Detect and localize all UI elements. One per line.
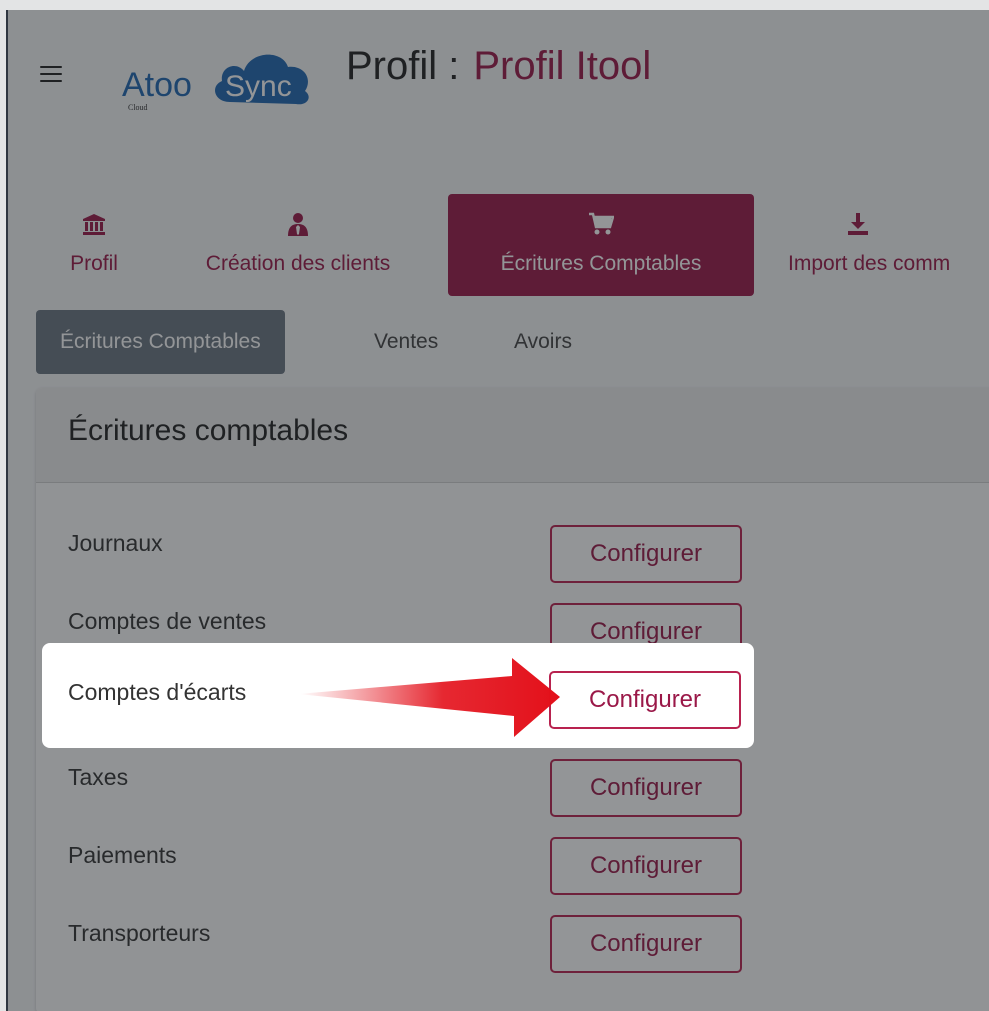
user-tie-icon (168, 212, 428, 238)
svg-text:Cloud: Cloud (128, 103, 148, 112)
download-icon (778, 212, 938, 238)
page-title-prefix: Profil : (346, 44, 460, 88)
row-label-comptes-ventes: Comptes de ventes (68, 608, 267, 634)
row-label-paiements: Paiements (68, 842, 177, 868)
profile-name: Profil Itool (473, 44, 652, 88)
app-window: Atoo Sync Cloud Profil : Profil Itool Pro… (6, 10, 989, 1011)
tab-creation-clients[interactable]: Création des clients (168, 194, 428, 296)
atoosync-logo: Atoo Sync Cloud (118, 34, 324, 114)
tab-label: Écritures Comptables (500, 252, 702, 275)
subtab-ecritures-comptables[interactable]: Écritures Comptables (36, 310, 285, 374)
tab-label: Création des clients (205, 252, 391, 275)
svg-text:Atoo: Atoo (122, 66, 192, 104)
menu-icon[interactable] (40, 66, 62, 82)
row-label-transporteurs: Transporteurs (68, 920, 211, 946)
subtab-ventes[interactable]: Ventes (374, 310, 438, 374)
card-header: Écritures comptables (36, 388, 989, 483)
tab-ecritures-comptables[interactable]: Écritures Comptables (448, 194, 754, 296)
svg-text:Sync: Sync (225, 70, 292, 103)
row-label-comptes-ecarts-highlighted: Comptes d'écarts (68, 679, 247, 705)
configure-paiements-button[interactable]: Configurer (550, 837, 742, 895)
bank-icon (48, 212, 140, 238)
page-title: Profil : Profil Itool (346, 44, 651, 89)
configure-journaux-button[interactable]: Configurer (550, 525, 742, 583)
tab-label: Profil (70, 252, 118, 275)
configure-transporteurs-button[interactable]: Configurer (550, 915, 742, 973)
row-label-taxes: Taxes (68, 764, 129, 790)
spotlight-highlight: Comptes d'écarts Configurer (42, 643, 754, 748)
cart-icon (448, 212, 754, 238)
configure-comptes-ecarts-highlighted-button[interactable]: Configurer (549, 671, 741, 729)
tab-import-commandes[interactable]: Import des comm (778, 194, 989, 296)
card-title: Écritures comptables (68, 414, 349, 447)
tab-profil[interactable]: Profil (48, 194, 140, 296)
tab-label: Import des comm (788, 252, 951, 275)
row-label-journaux: Journaux (68, 530, 163, 556)
configure-taxes-button[interactable]: Configurer (550, 759, 742, 817)
subtab-avoirs[interactable]: Avoirs (514, 310, 572, 374)
